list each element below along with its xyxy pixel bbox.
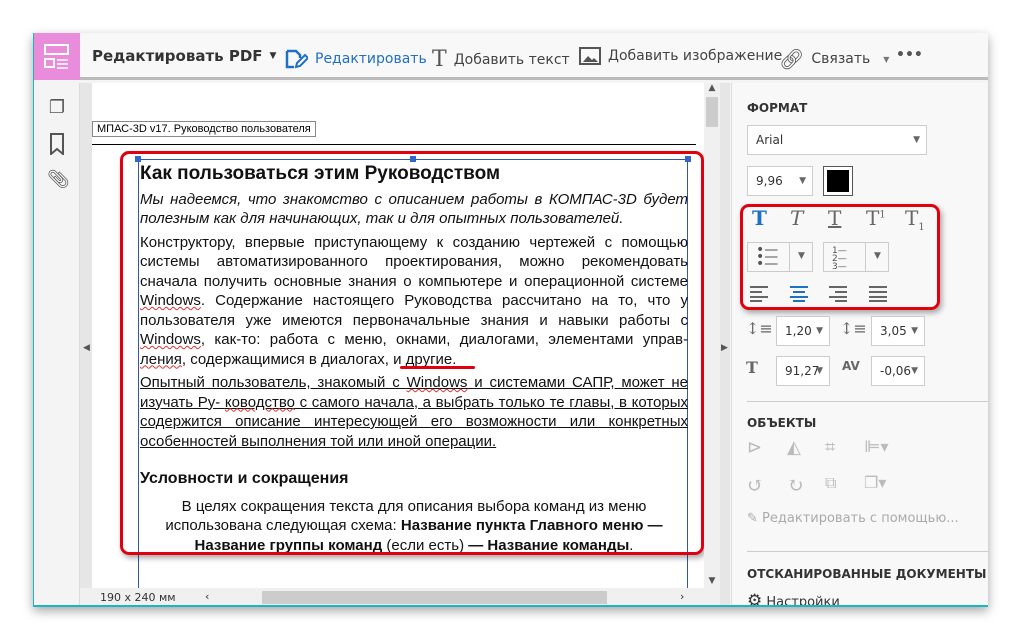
add-image-button[interactable]: Добавить изображение [579, 47, 782, 65]
add-text-label: Добавить текст [453, 51, 570, 68]
pages-icon[interactable]: ❐ [47, 97, 67, 118]
rotate-left-icon[interactable]: ↺ [747, 473, 764, 497]
highlight-frame [120, 151, 704, 555]
attachment-icon[interactable]: 📎︎ [47, 169, 70, 190]
image-icon [579, 47, 601, 65]
edit-pdf-tool-icon[interactable] [34, 33, 80, 80]
format-panel: ФОРМАТ Arial ▼ 9,96 ▼ T T T T1 T1 •— •— •— ▼ … [731, 83, 988, 607]
hscroll-thumb[interactable] [262, 591, 607, 604]
caret-down-icon: ▼ [269, 51, 277, 61]
edit-document-icon [285, 49, 308, 69]
scroll-down-icon: ▼ [708, 576, 716, 586]
edit-button[interactable]: Редактировать [284, 47, 427, 71]
settings-button[interactable]: ⚙ Настройки [747, 591, 840, 607]
paragraph-spacing-select[interactable]: 3,05 ▼ [871, 316, 925, 346]
collapse-left-icon[interactable]: ◀ [83, 343, 90, 353]
objects-heading: ОБЪЕКТЫ [747, 416, 817, 430]
vertical-scrollbar[interactable]: ▲ ▼ [704, 83, 720, 588]
toolbar: Редактировать PDF ▼ Редактировать T Добави… [34, 33, 988, 80]
arrange-icon[interactable]: ❐▾ [864, 473, 886, 492]
edit-label: Редактировать [315, 51, 427, 67]
horizontal-scrollbar[interactable]: 190 x 240 мм ‹ › [80, 588, 720, 605]
flip-horizontal-icon[interactable]: ◭ [787, 437, 801, 458]
link-button[interactable]: 🔗︎ Связать ▼ [779, 47, 889, 71]
font-size-select[interactable]: 9,96 ▼ [747, 166, 813, 196]
page-size-label: 190 x 240 мм [100, 591, 176, 604]
crop-icon[interactable]: ⌗ [825, 437, 835, 458]
scroll-left-icon[interactable]: ‹ [205, 590, 209, 603]
horizontal-scale-select[interactable]: 91,27 ▼ [776, 356, 830, 386]
font-color-picker[interactable] [823, 166, 853, 196]
scroll-up-icon: ▲ [708, 83, 716, 93]
paragraph-spacing-icon: ↕≡ [840, 319, 867, 338]
line-spacing-icon: ↕≡ [746, 319, 773, 338]
link-icon: 🔗︎ [779, 47, 805, 71]
flip-vertical-icon[interactable]: ⊳ [747, 437, 762, 458]
add-text-button[interactable]: T Добавить текст [432, 47, 570, 72]
character-spacing-select[interactable]: -0,06 ▼ [871, 356, 925, 386]
acrobat-window: Редактировать PDF ▼ Редактировать T Добави… [33, 33, 988, 607]
scroll-right-icon[interactable]: › [680, 590, 684, 603]
link-label: Связать [811, 51, 871, 67]
align-objects-icon[interactable]: ⊫▾ [864, 437, 889, 456]
horizontal-scale-icon: T [746, 358, 758, 377]
more-button[interactable]: ••• [896, 47, 923, 63]
collapse-right-icon[interactable]: ▶ [721, 343, 728, 353]
rotate-right-icon[interactable]: ↻ [787, 473, 804, 497]
scanned-heading: ОТСКАНИРОВАННЫЕ ДОКУМЕНТЫ [747, 567, 987, 581]
pencil-icon: ✎ [747, 511, 758, 526]
replace-image-icon[interactable]: ⧉ [825, 473, 836, 493]
scroll-thumb[interactable] [706, 97, 718, 127]
text-icon: T [432, 47, 447, 72]
edit-pdf-menu[interactable]: Редактировать PDF ▼ [92, 47, 276, 65]
document-view: ◀ МПАС-3D v17. Руководство пользователя … [80, 83, 730, 605]
edit-with-button[interactable]: ✎ Редактировать с помощью... [747, 511, 959, 526]
edit-pdf-label: Редактировать PDF [92, 47, 263, 65]
font-family-select[interactable]: Arial ▼ [747, 125, 927, 155]
bookmark-icon[interactable] [47, 133, 67, 157]
format-heading: ФОРМАТ [747, 101, 808, 115]
character-spacing-icon: AV [842, 359, 860, 373]
add-image-label: Добавить изображение [608, 48, 783, 64]
left-sidebar: ❐ 📎︎ [34, 83, 80, 605]
page-header-text[interactable]: МПАС-3D v17. Руководство пользователя [92, 121, 316, 137]
caret-down-icon: ▼ [883, 54, 890, 64]
line-spacing-select[interactable]: 1,20 ▼ [776, 316, 830, 346]
gear-icon: ⚙ [747, 591, 763, 607]
highlight-frame [740, 204, 940, 310]
